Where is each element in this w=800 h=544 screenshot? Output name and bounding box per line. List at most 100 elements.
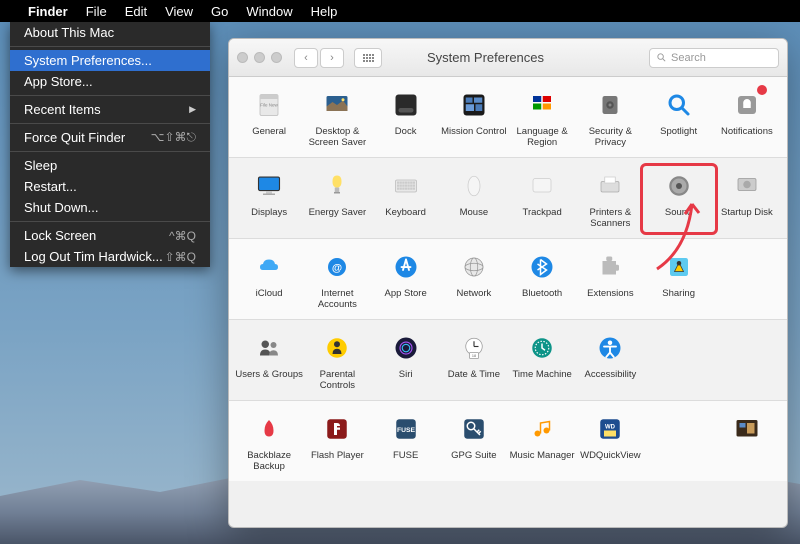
pref-energy-saver[interactable]: Energy Saver <box>303 168 371 230</box>
network-icon <box>456 249 492 285</box>
minimize-button[interactable] <box>254 52 265 63</box>
menubar-view[interactable]: View <box>165 4 193 19</box>
zoom-button[interactable] <box>271 52 282 63</box>
security-privacy-icon <box>592 87 628 123</box>
menubar-window[interactable]: Window <box>246 4 292 19</box>
menubar-file[interactable]: File <box>86 4 107 19</box>
search-field[interactable]: Search <box>649 48 779 68</box>
pref-label: Language & Region <box>508 127 576 149</box>
pref-internet-accounts[interactable]: @Internet Accounts <box>303 249 371 311</box>
apple-menu-item[interactable]: Recent Items▶ <box>10 99 210 120</box>
sharing-icon <box>661 249 697 285</box>
pref-trackpad[interactable]: Trackpad <box>508 168 576 230</box>
pref-label: Printers & Scanners <box>576 208 644 230</box>
pref-bluetooth[interactable]: Bluetooth <box>508 249 576 311</box>
sound-icon <box>661 168 697 204</box>
apple-menu-dropdown: About This Mac System Preferences...App S… <box>10 22 210 267</box>
pref-app-store[interactable]: App Store <box>372 249 440 311</box>
svg-text:18: 18 <box>472 354 476 358</box>
pref-label: Mission Control <box>441 127 506 149</box>
pref-network[interactable]: Network <box>440 249 508 311</box>
pref-displays[interactable]: Displays <box>235 168 303 230</box>
pref-sound[interactable]: Sound <box>640 163 718 235</box>
apple-menu-item[interactable]: Shut Down... <box>10 197 210 218</box>
pref-label: Sound <box>665 208 692 230</box>
apple-menu-item[interactable]: Force Quit Finder⌥⇧⌘⎋ <box>10 127 210 148</box>
pref-siri[interactable]: Siri <box>372 330 440 392</box>
pref-date-time[interactable]: 18 Date & Time <box>440 330 508 392</box>
keyboard-icon <box>388 168 424 204</box>
pref-users-groups[interactable]: Users & Groups <box>235 330 303 392</box>
pref-mission-control[interactable]: Mission Control <box>440 87 508 149</box>
pref-label: Trackpad <box>523 208 562 230</box>
menubar-go[interactable]: Go <box>211 4 228 19</box>
mouse-icon <box>456 168 492 204</box>
pref-label: Spotlight <box>660 127 697 149</box>
apple-menu-item[interactable]: App Store... <box>10 71 210 92</box>
pref-label: Extensions <box>587 289 633 311</box>
printers-scanners-icon <box>592 168 628 204</box>
pref-fuse[interactable]: FUSE FUSE <box>372 411 440 473</box>
pref-wdquickview[interactable]: WDWDQuickView <box>576 411 644 473</box>
bluetooth-icon <box>524 249 560 285</box>
pref-security-privacy[interactable]: Security & Privacy <box>576 87 644 149</box>
apple-menu-item[interactable]: About This Mac <box>10 22 210 43</box>
pref-mouse[interactable]: Mouse <box>440 168 508 230</box>
pref-time-machine[interactable]: Time Machine <box>508 330 576 392</box>
pref-gpg-suite[interactable]: GPG Suite <box>440 411 508 473</box>
fuse-icon: FUSE <box>388 411 424 447</box>
language-region-icon <box>524 87 560 123</box>
pref-parental-controls[interactable]: Parental Controls <box>303 330 371 392</box>
pref-language-region[interactable]: Language & Region <box>508 87 576 149</box>
pref-desktop-screensaver[interactable]: Desktop & Screen Saver <box>303 87 371 149</box>
menubar-help[interactable]: Help <box>311 4 338 19</box>
wdquickview-icon: WD <box>592 411 628 447</box>
pref-unknown-pref[interactable] <box>713 411 781 473</box>
traffic-lights <box>237 52 282 63</box>
pref-extensions[interactable]: Extensions <box>576 249 644 311</box>
pref-general[interactable]: File NewGeneral <box>235 87 303 149</box>
pref-startup-disk[interactable]: Startup Disk <box>713 168 781 230</box>
system-preferences-window: ‹ › System Preferences Search File NewGe… <box>228 38 788 528</box>
pref-backblaze[interactable]: Backblaze Backup <box>235 411 303 473</box>
pref-label: Desktop & Screen Saver <box>303 127 371 149</box>
pref-flash-player[interactable]: Flash Player <box>303 411 371 473</box>
general-icon: File New <box>251 87 287 123</box>
pref-notifications[interactable]: Notifications <box>713 87 781 149</box>
pref-label: Network <box>456 289 491 311</box>
preferences-grid: File NewGeneralDesktop & Screen SaverDoc… <box>229 77 787 481</box>
menubar-app-name[interactable]: Finder <box>28 4 68 19</box>
window-titlebar[interactable]: ‹ › System Preferences Search <box>229 39 787 77</box>
pref-icloud[interactable]: iCloud <box>235 249 303 311</box>
apple-menu-item[interactable]: Lock Screen^⌘Q <box>10 225 210 246</box>
displays-icon <box>251 168 287 204</box>
pref-sharing[interactable]: Sharing <box>645 249 713 311</box>
notifications-icon <box>729 87 765 123</box>
pref-label: App Store <box>385 289 427 311</box>
energy-saver-icon <box>319 168 355 204</box>
pref-music-manager[interactable]: Music Manager <box>508 411 576 473</box>
menubar-edit[interactable]: Edit <box>125 4 147 19</box>
notification-badge <box>757 85 767 95</box>
apple-menu-item[interactable]: Log Out Tim Hardwick...⇧⌘Q <box>10 246 210 267</box>
time-machine-icon <box>524 330 560 366</box>
pref-label: Displays <box>251 208 287 230</box>
window-title: System Preferences <box>328 50 643 65</box>
pref-spotlight[interactable]: Spotlight <box>645 87 713 149</box>
pref-label: Energy Saver <box>309 208 367 230</box>
pref-label: Date & Time <box>448 370 500 392</box>
pref-dock[interactable]: Dock <box>372 87 440 149</box>
pref-label: Bluetooth <box>522 289 562 311</box>
apple-menu-item[interactable]: System Preferences... <box>10 50 210 71</box>
pref-accessibility[interactable]: Accessibility <box>576 330 644 392</box>
pref-keyboard[interactable]: Keyboard <box>372 168 440 230</box>
pref-label: FUSE <box>393 451 418 473</box>
apple-menu-item[interactable]: Restart... <box>10 176 210 197</box>
pref-label: Notifications <box>721 127 773 149</box>
music-manager-icon <box>524 411 560 447</box>
pref-printers-scanners[interactable]: Printers & Scanners <box>576 168 644 230</box>
apple-menu-item[interactable]: Sleep <box>10 155 210 176</box>
back-button[interactable]: ‹ <box>294 48 318 68</box>
menubar: Finder File Edit View Go Window Help <box>0 0 800 22</box>
close-button[interactable] <box>237 52 248 63</box>
